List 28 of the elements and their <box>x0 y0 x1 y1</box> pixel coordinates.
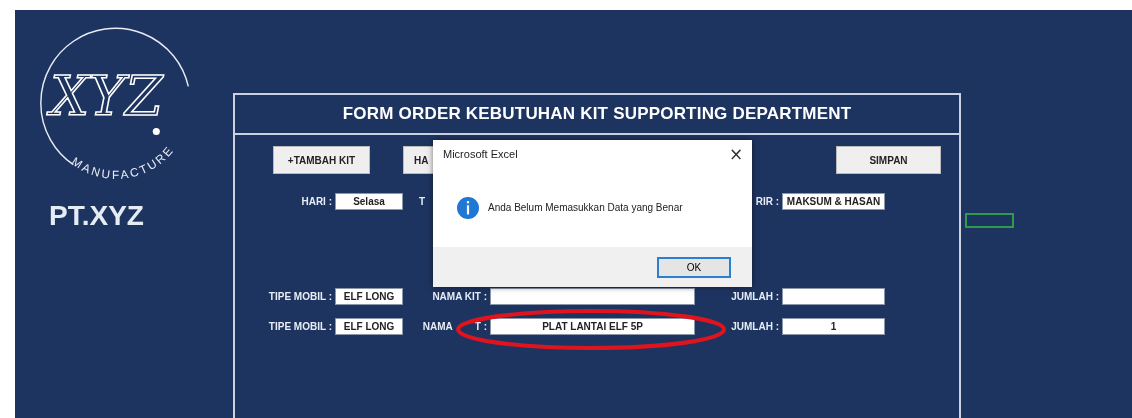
cell-selection <box>965 213 1014 228</box>
field-label: NAMA KIT : <box>431 290 488 302</box>
form-button[interactable]: +TAMBAH KIT <box>273 146 370 174</box>
field-label: RIR : <box>754 195 780 207</box>
field-label: TIPE MOBIL : <box>267 320 333 332</box>
input-field[interactable]: MAKSUM & HASAN <box>782 192 885 210</box>
dialog-title: Microsoft Excel <box>443 148 518 160</box>
input-field[interactable] <box>782 287 885 305</box>
company-name: PT.XYZ <box>49 200 144 232</box>
field-label: JUMLAH : <box>730 320 780 332</box>
input-field[interactable] <box>490 287 695 305</box>
input-field[interactable]: ELF LONG <box>335 287 403 305</box>
form-title: FORM ORDER KEBUTUHAN KIT SUPPORTING DEPARTMENT <box>235 95 959 135</box>
input-field[interactable]: Selasa <box>335 192 403 210</box>
field-label: JUMLAH : <box>730 290 780 302</box>
field-label: T : <box>474 320 487 332</box>
field-label: TIPE MOBIL : <box>267 290 333 302</box>
field-label: HARI : <box>300 195 333 207</box>
dialog-message: Anda Belum Memasukkan Data yang Benar <box>488 202 683 213</box>
info-icon <box>457 196 479 219</box>
field-label: T <box>418 195 427 207</box>
input-field[interactable]: ELF LONG <box>335 317 403 335</box>
field-label: NAMA <box>422 320 453 332</box>
close-button[interactable]: × <box>720 144 752 164</box>
ok-button[interactable]: OK <box>657 256 731 278</box>
input-field[interactable]: PLAT LANTAI ELF 5P <box>490 317 695 335</box>
input-field[interactable]: 1 <box>782 317 885 335</box>
save-button[interactable]: SIMPAN <box>836 146 941 174</box>
